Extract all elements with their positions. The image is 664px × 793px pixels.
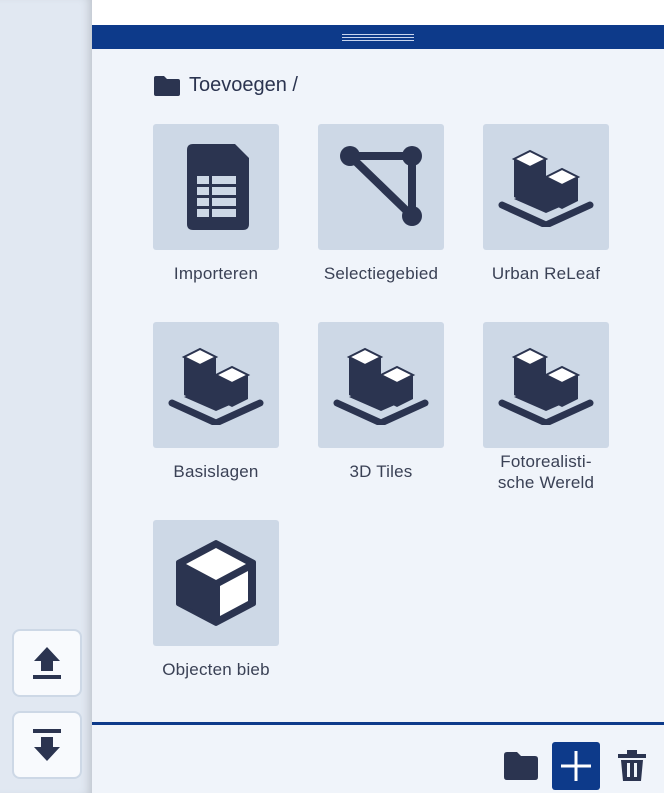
tile-label: Importeren (173, 264, 259, 283)
buildings-layer-icon (498, 347, 594, 425)
tile-label: Urban ReLeaf (491, 264, 601, 283)
tile-importeren[interactable]: Importeren (141, 124, 291, 284)
tile-label: Selectiegebied (323, 264, 439, 283)
tile-3d-tiles[interactable]: 3D Tiles (306, 322, 456, 482)
panel-top-area (92, 0, 664, 25)
tile-icon-box (153, 322, 279, 448)
tile-label-line2: sche Wereld (497, 473, 595, 492)
tile-label: 3D Tiles (349, 462, 413, 481)
bottom-toolbar (92, 722, 664, 793)
tile-objecten-bieb[interactable]: Objecten bieb (141, 520, 291, 680)
cube-icon (176, 540, 256, 626)
tile-urban-releaf[interactable]: Urban ReLeaf (471, 124, 621, 284)
buildings-layer-icon (168, 347, 264, 425)
tile-label-line1: Fotorealisti- (500, 452, 592, 471)
grip-lines-icon (342, 33, 414, 41)
tile-icon-box (483, 322, 609, 448)
tile-icon-box (318, 322, 444, 448)
tile-icon-box (153, 124, 279, 250)
trash-icon (618, 750, 646, 781)
panel-resize-handle[interactable] (92, 25, 664, 49)
plus-icon (561, 751, 591, 781)
tile-icon-box (153, 520, 279, 646)
folder-icon (504, 752, 538, 780)
tile-label: Fotorealisti- sche Wereld (471, 451, 621, 493)
delete-button[interactable] (614, 742, 650, 790)
upload-icon (33, 647, 61, 679)
spreadsheet-icon (187, 144, 249, 230)
folder-button[interactable] (502, 742, 540, 790)
upload-button[interactable] (12, 629, 82, 697)
tile-fotorealistische-wereld[interactable]: Fotorealisti- sche Wereld (471, 322, 621, 493)
buildings-layer-icon (498, 149, 594, 227)
tile-icon-box (318, 124, 444, 250)
download-icon (33, 729, 61, 761)
left-toolbar (0, 0, 92, 793)
buildings-layer-icon (333, 347, 429, 425)
tile-label: Objecten bieb (162, 660, 270, 679)
download-button[interactable] (12, 711, 82, 779)
breadcrumb: Toevoegen / (153, 74, 298, 97)
add-button[interactable] (552, 742, 600, 790)
tile-icon-box (483, 124, 609, 250)
tile-basislagen[interactable]: Basislagen (141, 322, 291, 482)
breadcrumb-label: Toevoegen / (189, 74, 298, 96)
tile-selectiegebied[interactable]: Selectiegebied (306, 124, 456, 284)
add-panel: Toevoegen / Importeren Selectiegebied Ur… (92, 0, 664, 793)
tile-label: Basislagen (173, 462, 259, 481)
polygon-select-icon (340, 146, 422, 226)
folder-icon (154, 75, 180, 96)
